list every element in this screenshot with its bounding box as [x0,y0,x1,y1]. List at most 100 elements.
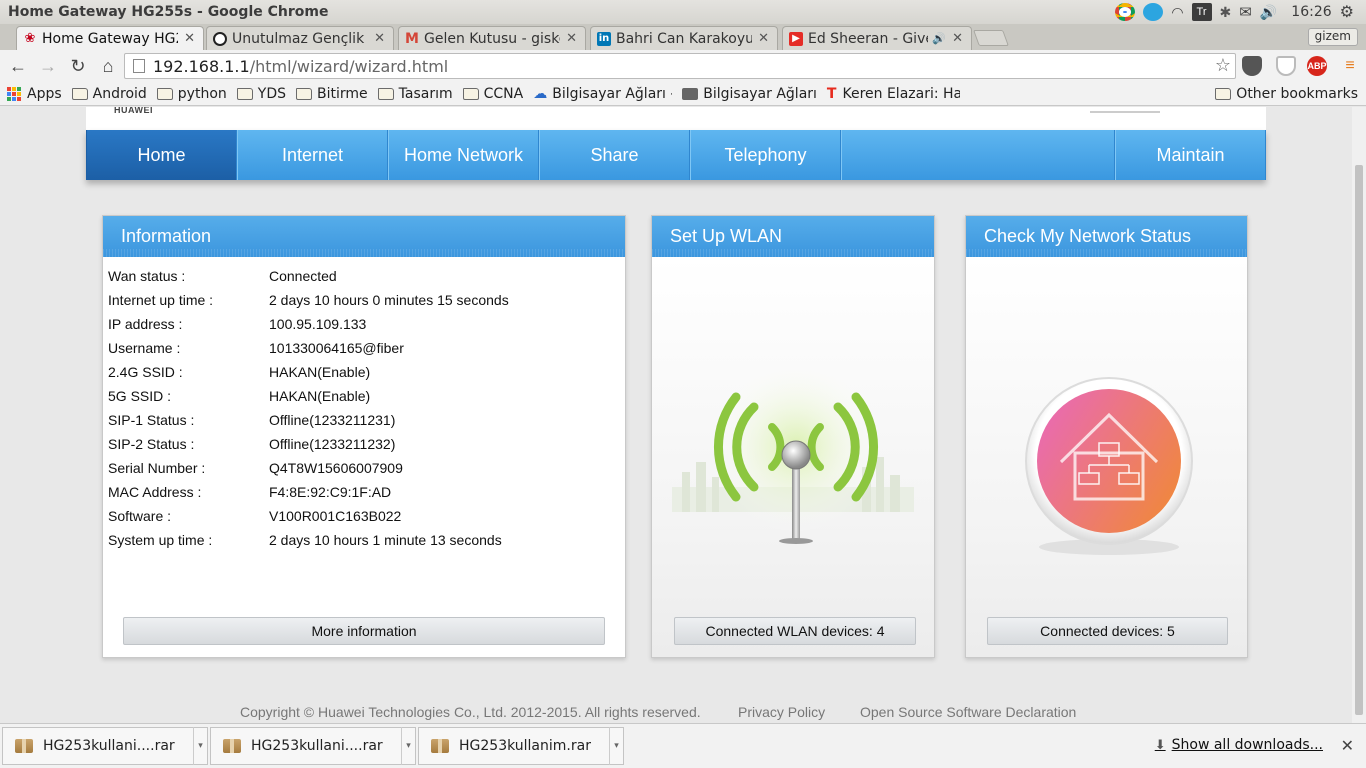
chrome-icon[interactable] [1115,3,1136,21]
clock[interactable]: 16:26 [1291,4,1331,20]
scroll-thumb[interactable] [1355,165,1363,715]
download-menu-icon[interactable]: ▾ [609,727,623,765]
bookmark-apps[interactable]: Apps [7,86,62,102]
privacy-policy-link[interactable]: Privacy Policy [738,704,825,720]
ted-icon: T [826,85,837,102]
quote-icon [213,31,227,46]
nav-tab-home[interactable]: Home [86,130,237,180]
wlan-illustration[interactable] [652,257,934,657]
close-icon[interactable]: ✕ [1341,736,1354,756]
info-row: Software : V100R001C163B022 [108,504,625,528]
nav-tab-home-network[interactable]: Home Network [388,130,539,180]
new-tab-button[interactable] [973,30,1009,46]
browser-toolbar: ← → ↻ ⌂ 192.168.1.1/html/wizard/wizard.h… [0,50,1366,82]
info-row: System up time : 2 days 10 hours 1 minute… [108,528,625,552]
wlan-panel: Set Up WLAN Connected WLAN devices: 4 [651,215,935,658]
keyboard-layout-icon[interactable]: Tr [1191,3,1212,21]
connected-devices-button[interactable]: Connected devices: 5 [987,617,1228,645]
bookmark-android[interactable]: Android [71,86,147,102]
bookmark-bitirme[interactable]: Bitirme [296,86,368,102]
more-information-button[interactable]: More information [123,617,605,645]
nav-tab-internet[interactable]: Internet [237,130,388,180]
download-item[interactable]: HG253kullani....rar ▾ [2,727,208,765]
header-control[interactable] [1090,107,1160,113]
tab-gmail[interactable]: M Gelen Kutusu - giske ✕ [398,26,586,50]
page-scrollbar[interactable] [1352,107,1366,723]
brand-logo: HUAWEI [114,107,153,115]
copyright-text: Copyright © Huawei Technologies Co., Ltd… [240,704,701,720]
bookmark-other[interactable]: Other bookmarks [1215,86,1358,102]
gmail-icon: M [405,30,419,47]
open-source-link[interactable]: Open Source Software Declaration [860,704,1076,720]
adblock-icon[interactable]: ABP [1307,56,1327,76]
linkedin-icon: in [597,31,611,46]
info-row: Wan status : Connected [108,264,625,288]
nav-tab-telephony[interactable]: Telephony [690,130,841,180]
download-item[interactable]: HG253kullanim.rar ▾ [418,727,624,765]
bookmark-bilgisayar-aglari-1[interactable]: ☁ Bilgisayar Ağları - [533,86,672,102]
show-all-downloads-link[interactable]: ⬇ Show all downloads... [1155,737,1323,753]
address-bar[interactable]: 192.168.1.1/html/wizard/wizard.html ☆ [124,53,1236,79]
bookmark-star-icon[interactable]: ☆ [1215,55,1231,76]
tab-linkedin[interactable]: in Bahri Can Karakoyun ✕ [590,26,778,50]
youtube-icon: ▶ [789,31,803,46]
info-label: SIP-2 Status : [108,436,195,452]
pocket-icon[interactable] [1242,56,1262,76]
info-row: SIP-2 Status : Offline(1233211232) [108,432,625,456]
tab-label: Ed Sheeran - Give [808,30,929,47]
mail-icon[interactable]: ✉ [1239,3,1252,21]
page-footer: Copyright © Huawei Technologies Co., Ltd… [0,704,1352,720]
profile-button[interactable]: gizem [1307,28,1358,46]
folder-icon [377,87,394,100]
forward-icon[interactable]: → [34,52,62,80]
url-host: 192.168.1.1 [153,56,250,76]
reload-icon[interactable]: ↻ [64,52,92,80]
info-value: Offline(1233211232) [269,436,396,452]
download-menu-icon[interactable]: ▾ [401,727,415,765]
download-filename: HG253kullani....rar [43,738,175,754]
close-icon[interactable]: ✕ [758,31,769,46]
tab-home-gateway[interactable]: ❀ Home Gateway HG2 ✕ [16,26,204,50]
bluetooth-icon[interactable]: ✱ [1220,4,1232,21]
speaker-icon[interactable]: 🔊 [932,32,946,45]
back-icon[interactable]: ← [4,52,32,80]
close-icon[interactable]: ✕ [374,31,385,46]
bookmark-keren-elazari[interactable]: T Keren Elazari: Ha [827,86,961,102]
telegram-icon[interactable] [1143,3,1164,21]
close-icon[interactable]: ✕ [952,31,963,46]
bookmark-bilgisayar-aglari-2[interactable]: Bilgisayar Ağları [682,86,817,102]
info-value: Offline(1233211231) [269,412,396,428]
tab-youtube[interactable]: ▶ Ed Sheeran - Give 🔊 ✕ [782,26,972,50]
bookmark-label: Bilgisayar Ağları [703,85,817,102]
bookmark-python[interactable]: python [156,86,227,102]
show-all-label: Show all downloads... [1171,737,1323,753]
home-icon[interactable]: ⌂ [94,52,122,80]
archive-icon [15,739,33,753]
tab-label: Unutulmaz Gençlik D [232,30,369,47]
nav-tab-maintain[interactable]: Maintain [1115,130,1266,180]
download-item[interactable]: HG253kullani....rar ▾ [210,727,416,765]
page-icon [133,59,145,73]
connected-wlan-devices-button[interactable]: Connected WLAN devices: 4 [674,617,916,645]
nav-tab-share[interactable]: Share [539,130,690,180]
bookmarks-bar: Apps Android python YDS Bitirme Tasarım … [0,82,1366,106]
power-gear-icon[interactable]: ⚙ [1340,2,1354,22]
router-page: HUAWEI Home Internet Home Network Share … [0,107,1352,723]
wifi-icon[interactable]: ◠ [1171,4,1183,21]
volume-icon[interactable]: 🔊 [1260,4,1277,21]
tab-unutulmaz[interactable]: Unutulmaz Gençlik D ✕ [206,26,394,50]
bookmark-tasarim[interactable]: Tasarım [377,86,453,102]
close-icon[interactable]: ✕ [566,31,577,46]
bookmark-yds[interactable]: YDS [236,86,286,102]
shield-icon[interactable] [1276,56,1296,76]
info-row: SIP-1 Status : Offline(1233211231) [108,408,625,432]
apps-icon [7,86,21,101]
download-menu-icon[interactable]: ▾ [193,727,207,765]
info-row: IP address : 100.95.109.133 [108,312,625,336]
info-label: IP address : [108,316,183,332]
close-icon[interactable]: ✕ [184,31,195,46]
menu-icon[interactable]: ≡ [1340,56,1360,76]
network-status-illustration[interactable] [966,257,1247,657]
bookmark-ccna[interactable]: CCNA [462,86,523,102]
info-label: Internet up time : [108,292,214,308]
